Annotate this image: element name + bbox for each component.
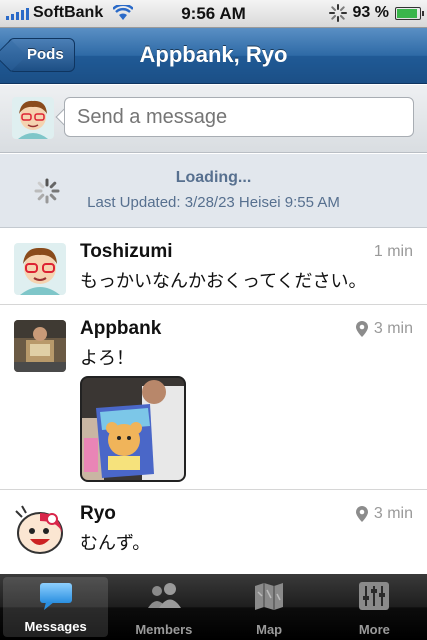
tab-members[interactable]: Members <box>111 574 216 640</box>
sender-name: Appbank <box>80 318 162 339</box>
people-icon <box>147 583 181 608</box>
battery-icon <box>395 6 424 20</box>
page-title: Appbank, Ryo <box>139 42 288 67</box>
message-text: もっかいなんかおくってください。 <box>80 271 367 292</box>
list-item[interactable]: Ryo 3 min むんず。 <box>0 491 427 575</box>
list-item[interactable]: Appbank 3 min よろ！ <box>0 306 427 490</box>
pull-to-refresh: Loading... Last Updated: 3/28/23 Heisei … <box>0 154 427 228</box>
time-label: 3 min <box>373 320 413 337</box>
status-bar: SoftBank 9:56 AM 93 % <box>0 0 427 28</box>
avatar <box>14 505 66 557</box>
time-label: 3 min <box>373 505 413 522</box>
message-time: 1 min <box>374 243 413 261</box>
compose-bar <box>0 85 427 153</box>
message-time: 3 min <box>355 320 413 338</box>
user-avatar-icon <box>14 243 66 295</box>
tab-messages[interactable]: Messages <box>3 577 109 637</box>
list-item[interactable]: Toshizumi 1 min もっかいなんかおくってください。 <box>0 229 427 305</box>
tab-map[interactable]: Map <box>217 574 322 640</box>
time-label: 1 min <box>373 243 413 260</box>
tab-label: Members <box>135 622 193 637</box>
message-text: よろ！ <box>80 348 134 369</box>
message-input[interactable] <box>64 97 414 137</box>
avatar <box>14 320 66 372</box>
sliders-icon <box>359 582 390 610</box>
tab-label: Messages <box>24 619 87 634</box>
user-avatar-icon <box>14 320 66 372</box>
status-right: 93 % <box>328 4 424 22</box>
avatar <box>12 97 54 139</box>
avatar <box>14 243 66 295</box>
user-avatar-icon <box>14 505 66 557</box>
speech-bubble-icon <box>39 583 72 610</box>
location-pin-icon <box>355 321 368 337</box>
tab-bar: Messages Members Map More <box>0 574 427 640</box>
photo-image <box>82 378 184 480</box>
last-updated-label: Last Updated: 3/28/23 Heisei 9:55 AM <box>87 194 340 211</box>
message-time: 3 min <box>355 505 413 523</box>
sender-name: Ryo <box>80 503 116 524</box>
map-icon <box>255 583 284 610</box>
navigation-bar: Pods Appbank, Ryo <box>0 28 427 84</box>
activity-spinner-icon <box>328 4 347 22</box>
photo-thumbnail[interactable] <box>80 376 186 482</box>
tab-more[interactable]: More <box>322 574 427 640</box>
tab-label: More <box>358 622 390 637</box>
message-text: むんず。 <box>80 533 151 554</box>
sender-name: Toshizumi <box>80 241 173 262</box>
location-pin-icon <box>355 506 368 522</box>
tab-label: Map <box>256 622 283 637</box>
battery-label: 93 % <box>352 4 389 21</box>
loading-title: Loading... <box>175 169 252 186</box>
user-avatar-icon <box>12 97 54 139</box>
